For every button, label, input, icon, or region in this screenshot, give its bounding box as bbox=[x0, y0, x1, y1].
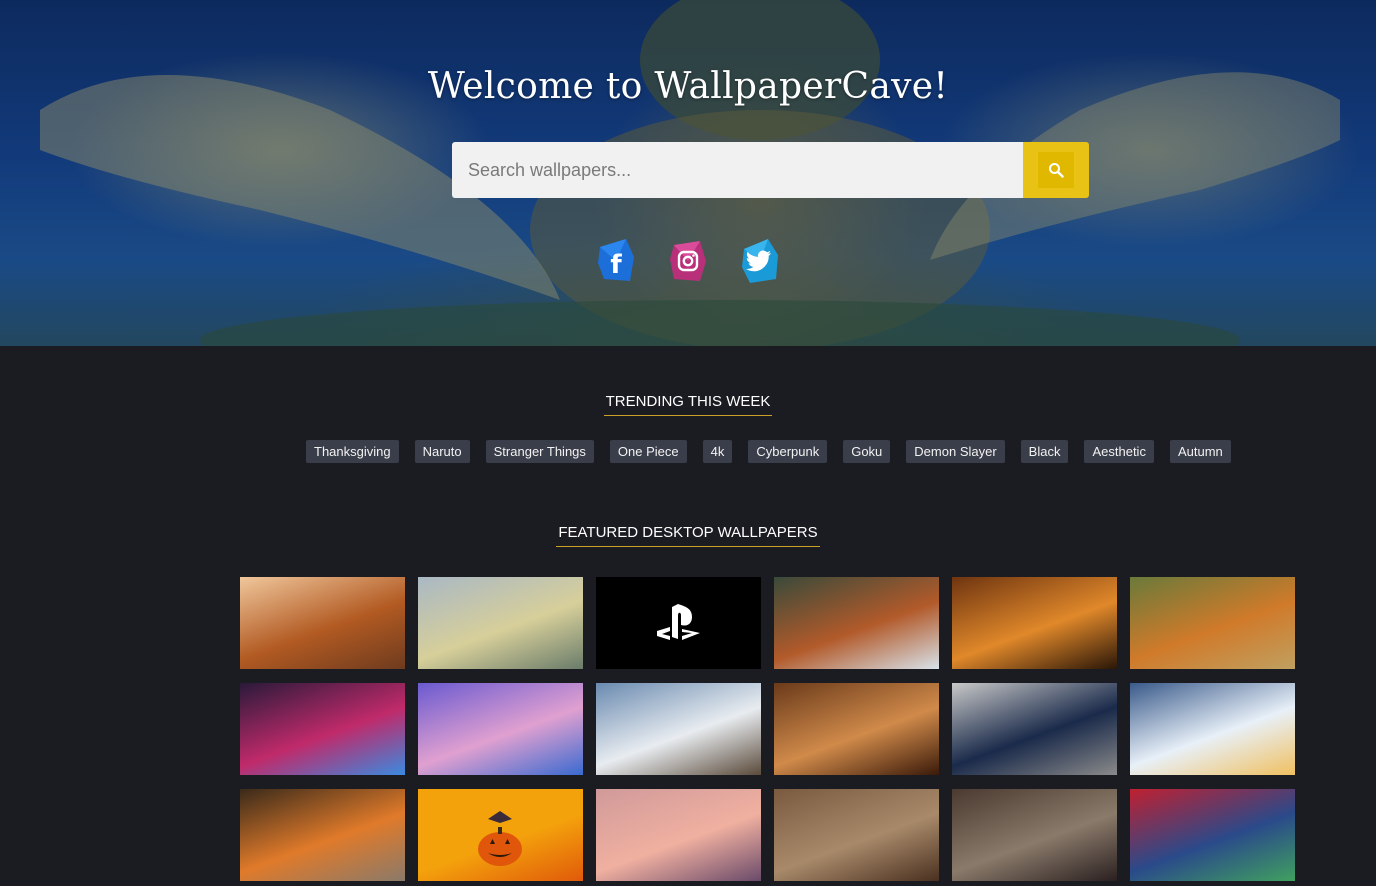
svg-text:f: f bbox=[610, 250, 622, 280]
wallpaper-playstation-logo[interactable] bbox=[596, 577, 761, 669]
hero-banner: Welcome to WallpaperCave! f bbox=[0, 0, 1376, 346]
trending-heading: TRENDING THIS WEEK bbox=[0, 393, 1376, 416]
trending-tag[interactable]: One Piece bbox=[609, 440, 687, 463]
trending-tag[interactable]: Black bbox=[1020, 440, 1069, 463]
playstation-logo-icon bbox=[657, 604, 700, 640]
wallpaper-formula-one-car[interactable] bbox=[952, 683, 1117, 775]
wallpaper-autumn-gourds[interactable] bbox=[774, 683, 939, 775]
page-title: Welcome to WallpaperCave! bbox=[427, 66, 949, 107]
wallpaper-neon-city-street[interactable] bbox=[240, 683, 405, 775]
wallpaper-stacked-logs[interactable] bbox=[952, 789, 1117, 881]
trending-tag[interactable]: Aesthetic bbox=[1084, 440, 1154, 463]
featured-heading-text: FEATURED DESKTOP WALLPAPERS bbox=[556, 524, 820, 547]
trending-tag[interactable]: Autumn bbox=[1169, 440, 1231, 463]
wallpaper-pink-sunset-window[interactable] bbox=[596, 789, 761, 881]
trending-tag[interactable]: Thanksgiving bbox=[306, 440, 399, 463]
instagram-link[interactable] bbox=[665, 236, 711, 286]
wallpaper-winter-forest-sunset[interactable] bbox=[1130, 683, 1295, 775]
search-bar bbox=[452, 142, 1089, 198]
trending-heading-text: TRENDING THIS WEEK bbox=[603, 393, 773, 416]
social-links: f bbox=[0, 236, 1376, 286]
trending-tag[interactable]: Cyberpunk bbox=[748, 440, 828, 463]
wallpaper-pumpkins-hay[interactable] bbox=[1130, 577, 1295, 669]
twitter-icon bbox=[742, 239, 778, 283]
pumpkin-icon bbox=[478, 811, 522, 866]
wallpaper-pumpkin-market[interactable] bbox=[240, 789, 405, 881]
instagram-icon bbox=[670, 241, 706, 281]
trending-tag[interactable]: Stranger Things bbox=[485, 440, 594, 463]
wallpaper-birds-on-branch[interactable] bbox=[418, 577, 583, 669]
facebook-icon: f bbox=[598, 239, 634, 281]
trending-tag[interactable]: Naruto bbox=[414, 440, 470, 463]
featured-heading: FEATURED DESKTOP WALLPAPERS bbox=[0, 524, 1376, 547]
wallpaper-aerial-autumn-road[interactable] bbox=[774, 577, 939, 669]
search-input[interactable] bbox=[452, 142, 1023, 198]
facebook-link[interactable]: f bbox=[593, 236, 639, 286]
trending-tag[interactable]: 4k bbox=[702, 440, 733, 463]
twitter-link[interactable] bbox=[737, 236, 783, 286]
wallpaper-sunset-trees[interactable] bbox=[952, 577, 1117, 669]
search-button[interactable] bbox=[1023, 142, 1089, 198]
trending-tag[interactable]: Demon Slayer bbox=[906, 440, 1005, 463]
trending-tags: Thanksgiving Naruto Stranger Things One Pie… bbox=[306, 440, 1231, 463]
wallpaper-anime-heroine[interactable] bbox=[418, 683, 583, 775]
search-icon bbox=[1049, 163, 1064, 178]
trending-tag[interactable]: Goku bbox=[843, 440, 891, 463]
wallpaper-halloween-pumpkin[interactable] bbox=[418, 789, 583, 881]
wallpaper-kaws-art[interactable] bbox=[1130, 789, 1295, 881]
wallpaper-autumn-forest-path[interactable] bbox=[240, 577, 405, 669]
wallpaper-dry-leaves[interactable] bbox=[774, 789, 939, 881]
wallpaper-snowy-mountain[interactable] bbox=[596, 683, 761, 775]
